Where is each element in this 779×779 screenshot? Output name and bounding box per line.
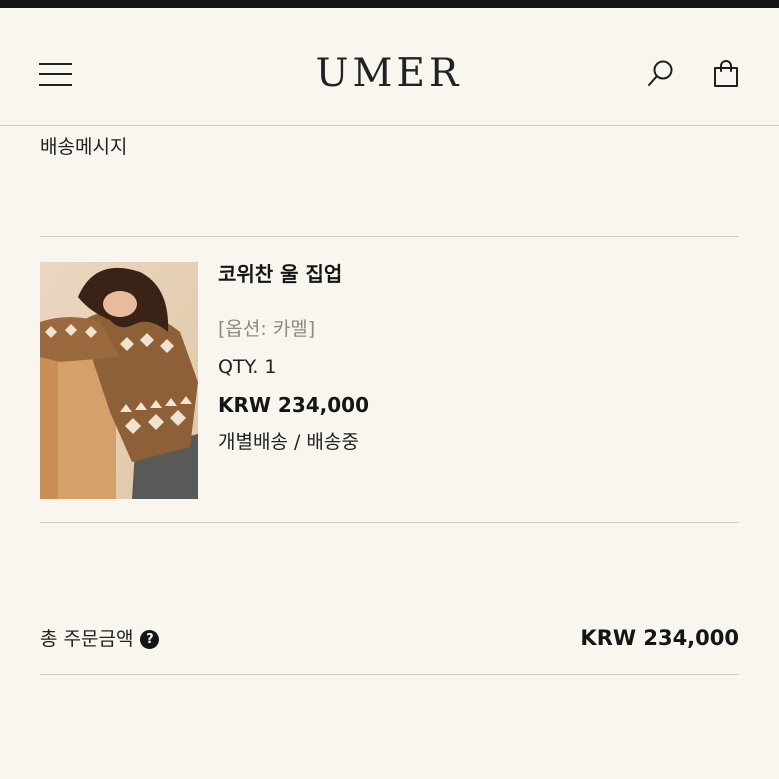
product-price: KRW 234,000 <box>218 393 370 417</box>
delivery-message-label: 배송메시지 <box>40 136 128 158</box>
brand-logo[interactable]: UMER <box>300 49 478 99</box>
product-quantity: QTY. 1 <box>218 356 277 378</box>
hamburger-menu-icon[interactable] <box>39 61 73 87</box>
section-divider <box>40 674 739 675</box>
search-icon[interactable] <box>645 58 677 90</box>
shopping-bag-icon[interactable] <box>710 58 742 90</box>
menu-line <box>39 73 72 75</box>
product-name[interactable]: 코위찬 울 집업 <box>218 259 342 289</box>
product-thumbnail[interactable] <box>40 262 198 499</box>
order-total-value: KRW 234,000 <box>580 626 739 650</box>
delivery-status: 개별배송 / 배송중 <box>218 431 359 453</box>
help-icon[interactable]: ? <box>140 629 160 649</box>
menu-line <box>39 84 72 86</box>
order-total-label: 총 주문금액 <box>40 628 134 650</box>
site-header: UMER <box>0 8 779 125</box>
section-divider <box>40 236 739 237</box>
header-divider <box>0 125 779 126</box>
menu-line <box>39 63 72 65</box>
top-status-strip <box>0 0 779 8</box>
order-total-label-row: 총 주문금액 ? <box>40 624 160 654</box>
section-divider <box>40 522 739 523</box>
product-option: [옵션: 카멜] <box>218 318 316 340</box>
